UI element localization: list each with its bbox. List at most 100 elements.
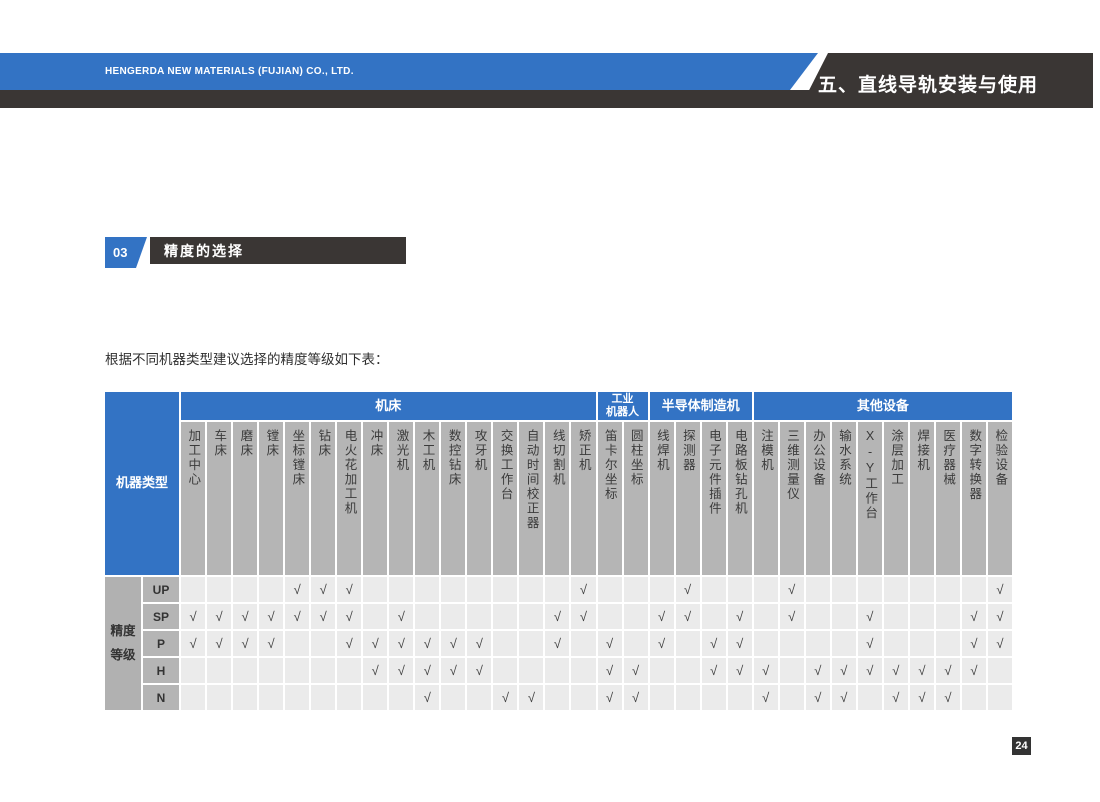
grade-cell — [363, 604, 387, 629]
column-header: 检验设备 — [988, 422, 1012, 575]
grade-cell — [884, 604, 908, 629]
grade-cell — [571, 631, 595, 656]
column-header: 自动时间校正器 — [519, 422, 543, 575]
column-header: 冲床 — [363, 422, 387, 575]
grade-cell — [441, 685, 465, 710]
section-number: 03 — [113, 245, 127, 260]
grade-cell — [285, 658, 309, 683]
grade-cell — [311, 631, 335, 656]
grade-cell — [363, 577, 387, 602]
grade-cell: √ — [962, 631, 986, 656]
grade-cell — [650, 577, 674, 602]
grade-cell — [259, 577, 283, 602]
grade-cell: √ — [389, 658, 413, 683]
grade-cell — [754, 604, 778, 629]
grade-cell: √ — [441, 631, 465, 656]
grade-cell — [207, 685, 231, 710]
grade-cell — [702, 577, 726, 602]
column-header: 激光机 — [389, 422, 413, 575]
grade-cell: √ — [676, 604, 700, 629]
grade-cell: √ — [571, 604, 595, 629]
grade-cell: √ — [650, 604, 674, 629]
grade-cell — [571, 685, 595, 710]
grade-cell — [676, 658, 700, 683]
grade-cell — [624, 577, 648, 602]
column-header: 注模机 — [754, 422, 778, 575]
grade-cell — [415, 604, 439, 629]
grade-cell: √ — [832, 658, 856, 683]
chapter-title-block: 五、直线导轨安装与使用 — [800, 53, 1093, 108]
grade-cell: √ — [545, 604, 569, 629]
grade-cell: √ — [285, 577, 309, 602]
column-header: 线切割机 — [545, 422, 569, 575]
grade-cell — [207, 658, 231, 683]
column-header: 矫正机 — [571, 422, 595, 575]
grade-cell: √ — [259, 631, 283, 656]
column-header: 三维测量仪 — [780, 422, 804, 575]
grade-cell: √ — [884, 685, 908, 710]
grade-row-label-p: P — [143, 631, 179, 656]
grade-cell — [832, 577, 856, 602]
grade-cell — [754, 631, 778, 656]
grade-cell — [493, 631, 517, 656]
grade-cell: √ — [988, 631, 1012, 656]
column-header: 电路板钻孔机 — [728, 422, 752, 575]
grade-cell: √ — [311, 604, 335, 629]
section-title-bar: 精度的选择 — [150, 237, 406, 264]
grade-cell: √ — [676, 577, 700, 602]
grade-cell: √ — [884, 658, 908, 683]
column-header: 木工机 — [415, 422, 439, 575]
column-header: 镗床 — [259, 422, 283, 575]
grade-cell: √ — [728, 631, 752, 656]
grade-cell: √ — [806, 658, 830, 683]
grade-cell — [337, 658, 361, 683]
grade-cell: √ — [363, 658, 387, 683]
grade-cell — [233, 658, 257, 683]
column-header: 电火花加工机 — [337, 422, 361, 575]
grade-cell — [181, 577, 205, 602]
grade-cell — [624, 604, 648, 629]
section-title: 精度的选择 — [164, 241, 244, 261]
grade-cell: √ — [780, 577, 804, 602]
grade-cell — [832, 631, 856, 656]
grade-cell — [337, 685, 361, 710]
grade-cell — [806, 631, 830, 656]
chapter-title: 五、直线导轨安装与使用 — [800, 64, 1038, 97]
grade-cell — [233, 577, 257, 602]
grade-cell: √ — [988, 577, 1012, 602]
grade-cell — [858, 685, 882, 710]
grade-row-label-sp: SP — [143, 604, 179, 629]
grade-cell: √ — [598, 631, 622, 656]
grade-cell — [780, 685, 804, 710]
grade-cell — [545, 577, 569, 602]
grade-row-label-up: UP — [143, 577, 179, 602]
grade-cell: √ — [545, 631, 569, 656]
grade-cell — [988, 685, 1012, 710]
grade-cell — [467, 604, 491, 629]
grade-cell: √ — [363, 631, 387, 656]
grade-cell — [754, 577, 778, 602]
grade-cell — [311, 658, 335, 683]
grade-cell: √ — [624, 658, 648, 683]
group-header: 其他设备 — [754, 392, 1012, 420]
grade-cell — [728, 577, 752, 602]
grade-cell — [389, 577, 413, 602]
grade-cell — [676, 685, 700, 710]
column-header: 探测器 — [676, 422, 700, 575]
grade-cell: √ — [285, 604, 309, 629]
section-number-tab: 03 — [105, 237, 147, 268]
grade-cell: √ — [728, 604, 752, 629]
grade-cell — [910, 577, 934, 602]
grade-cell — [259, 658, 283, 683]
precision-grade-table: 机器类型机床工业 机器人半导体制造机其他设备加工中心车床磨床镗床坐标镗床钻床电火… — [105, 392, 1012, 710]
grade-row-label-h: H — [143, 658, 179, 683]
grade-cell — [519, 658, 543, 683]
grade-cell: √ — [519, 685, 543, 710]
grade-cell: √ — [259, 604, 283, 629]
grade-cell: √ — [988, 604, 1012, 629]
grade-cell — [806, 604, 830, 629]
column-header: 数字转换器 — [962, 422, 986, 575]
grade-cell: √ — [780, 604, 804, 629]
grade-cell — [988, 658, 1012, 683]
grade-cell — [545, 685, 569, 710]
